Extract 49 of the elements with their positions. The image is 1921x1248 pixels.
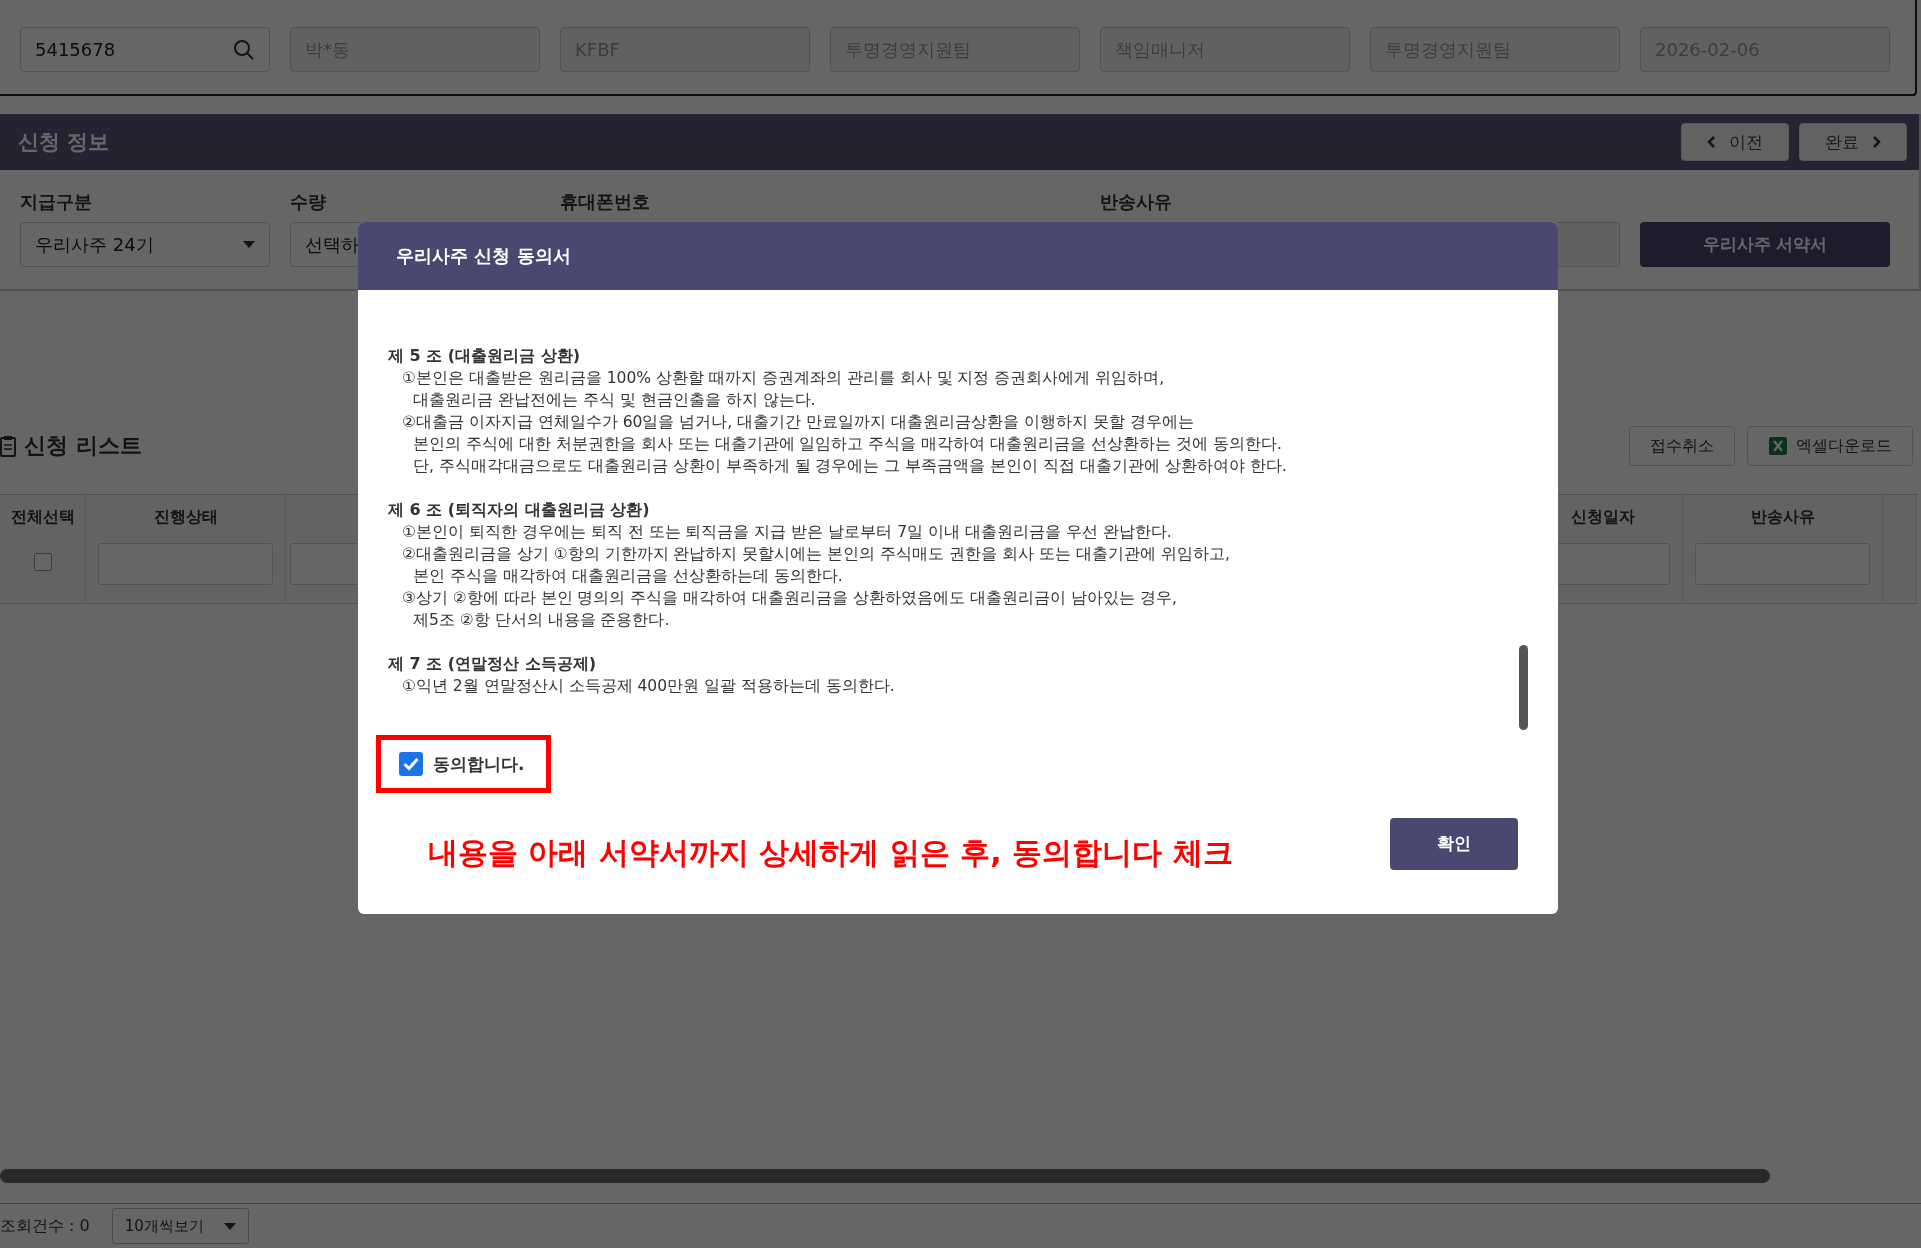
clause-heading: 제 6 조 (퇴직자의 대출원리금 상환) xyxy=(388,499,651,521)
clause-heading: 제 7 조 (연말정산 소득공제) xyxy=(388,653,598,675)
column-header: 전체선택 xyxy=(10,507,75,528)
column-header: 진행상태 xyxy=(153,507,218,528)
page-size-select[interactable]: 10개씩보기 xyxy=(111,1208,249,1244)
caret-icon xyxy=(223,1222,236,1230)
spreadsheet-icon xyxy=(1768,436,1788,456)
chevron-right-icon xyxy=(1873,136,1881,148)
cancel-receipt-button[interactable]: 접수취소 xyxy=(1629,426,1735,466)
search-icon[interactable] xyxy=(233,38,255,61)
section-title: 신청 정보 xyxy=(18,129,110,156)
result-count: 조회건수 : 0 xyxy=(0,1215,90,1237)
agree-label[interactable]: 동의합니다. xyxy=(433,752,525,776)
confirm-button[interactable]: 확인 xyxy=(1390,817,1518,870)
clause-text: ②대출금 이자지급 연체일수가 60일을 넘거나, 대출기간 만료일까지 대출원리금상환을 이행하지 못할 경우에는 xyxy=(401,412,1195,433)
clause-text: ②대출원리금을 상기 ①항의 기한까지 완납하지 못할시에는 본인의 주식매도 권한을 회사 또는 대출기관에 위임하고, xyxy=(401,544,1231,565)
clause-text: 본인의 주식에 대한 처분권한을 회사 또는 대출기관에 일임하고 주식을 매각하여 대출원리금을 선상환하는 것에 동의한다. xyxy=(412,434,1283,455)
column-header: 반송사유 xyxy=(1750,507,1815,528)
clause-text: 본인 주식을 매각하여 대출원리금을 선상환하는데 동의한다. xyxy=(412,566,844,587)
select-all-checkbox[interactable] xyxy=(33,553,52,571)
clause-heading: 제 5 조 (대출원리금 상환) xyxy=(388,345,582,367)
clause-text: 단, 주식매각대금으로도 대출원리금 상환이 부족하게 될 경우에는 그 부족금액을 본인이 직접 대출기관에 상환하여야 한다. xyxy=(412,456,1288,477)
excel-download-button[interactable]: 엑셀다운로드 xyxy=(1747,426,1913,466)
field-label: 반송사유 xyxy=(1100,190,1173,214)
dialog-title: 우리사주 신청 동의서 xyxy=(396,244,571,268)
clause-text: ①익년 2월 연말정산시 소득공제 400만원 일괄 적용하는데 동의한다. xyxy=(401,676,896,697)
field-label: 휴대폰번호 xyxy=(560,190,651,214)
clause-text: 제5조 ②항 단서의 내용을 준용한다. xyxy=(412,610,671,631)
chevron-left-icon xyxy=(1707,136,1715,148)
complete-button[interactable]: 완료 xyxy=(1799,123,1907,161)
pledge-button[interactable]: 우리사주 서약서 xyxy=(1640,222,1890,267)
search-field[interactable]: 5415678 xyxy=(20,27,270,72)
clipboard-icon xyxy=(0,435,16,457)
clause-text: ③상기 ②항에 따라 본인 명의의 주식을 매각하여 대출원리금을 상환하였음에도 대출원리금이 남아있는 경우, xyxy=(401,588,1178,609)
list-title: 신청 리스트 xyxy=(24,432,142,460)
field-label: 지급구분 xyxy=(20,190,93,214)
clause-text: 대출원리금 완납전에는 주식 및 현금인출을 하지 않는다. xyxy=(412,390,817,411)
instruction-note: 내용을 아래 서약서까지 상세하게 읽은 후, 동의합니다 체크 xyxy=(428,834,1233,872)
scrollbar-thumb[interactable] xyxy=(1519,645,1528,730)
scrollbar[interactable] xyxy=(0,1169,1770,1183)
caret-icon xyxy=(243,241,255,248)
select-field[interactable]: 우리사주 24기 xyxy=(20,222,270,267)
field-label: 수량 xyxy=(290,190,327,214)
agree-checkbox[interactable] xyxy=(399,752,423,776)
check-icon xyxy=(403,757,419,771)
clause-text: ①본인은 대출받은 원리금을 100% 상환할 때까지 증권계좌의 관리를 회사 및 지정 증권회사에게 위임하며, xyxy=(401,368,1166,389)
clause-text: ①본인이 퇴직한 경우에는 퇴직 전 또는 퇴직금을 지급 받은 날로부터 7일 이내 대출원리금을 우선 완납한다. xyxy=(401,522,1173,543)
column-header: 신청일자 xyxy=(1570,507,1635,528)
previous-button[interactable]: 이전 xyxy=(1681,123,1789,161)
